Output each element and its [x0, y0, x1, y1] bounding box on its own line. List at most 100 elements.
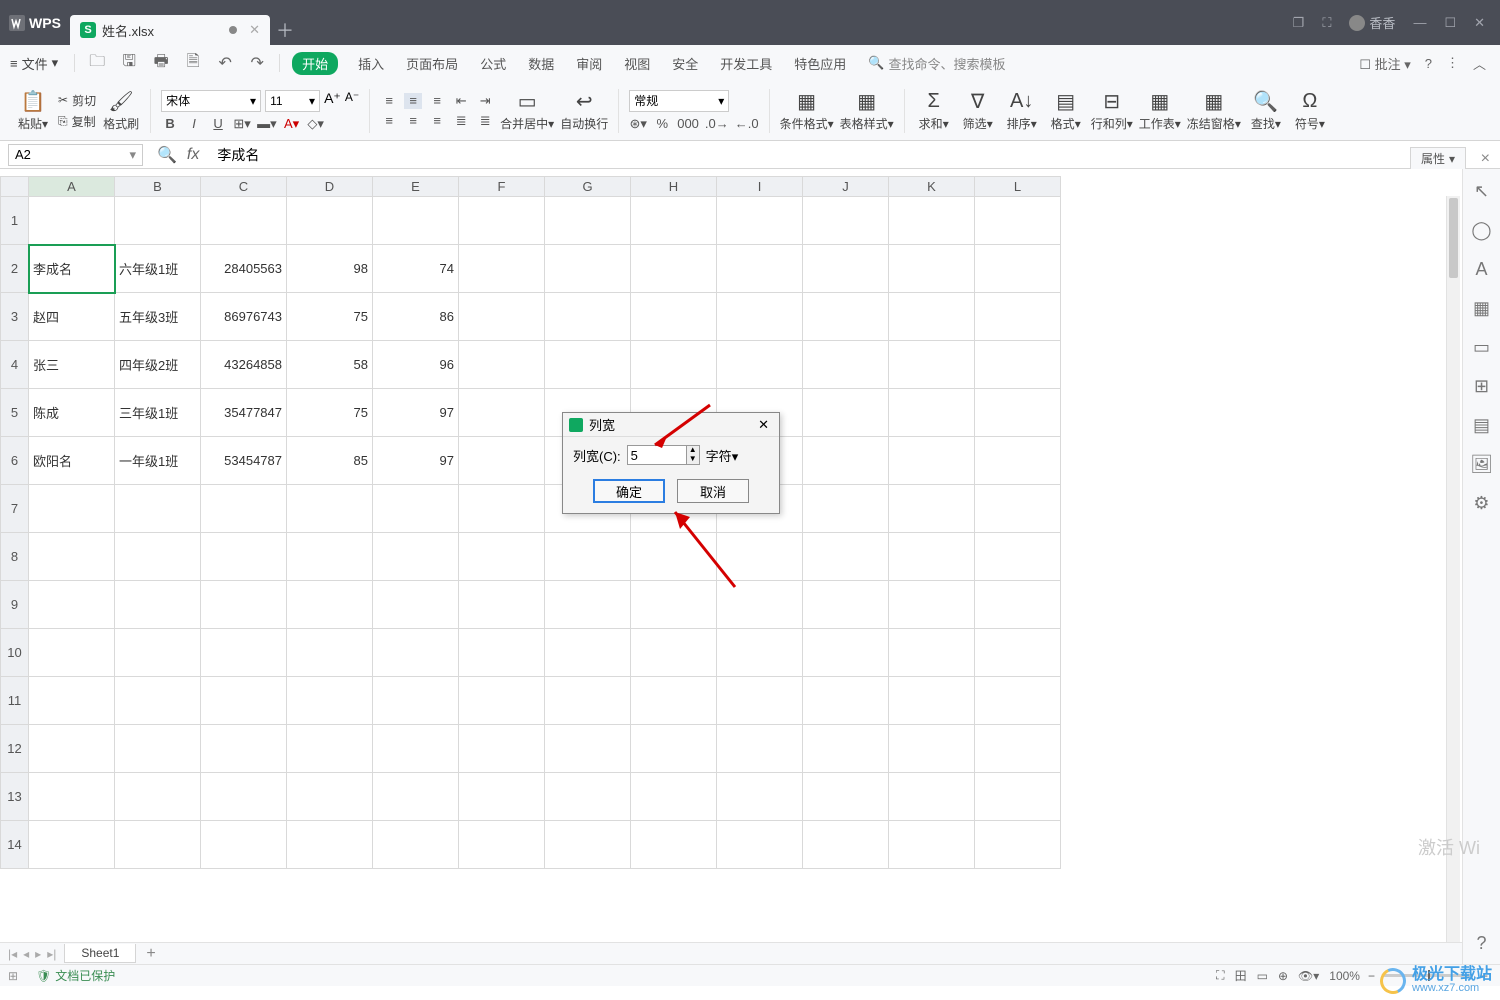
copy-button[interactable]: ⎘ 复制 [58, 113, 96, 130]
normal-view-icon[interactable]: 田 [1235, 967, 1247, 984]
command-search[interactable]: 🔍 查找命令、搜索模板 [868, 54, 1005, 73]
justify-icon[interactable]: ≣ [452, 113, 470, 129]
tab-data[interactable]: 数据 [526, 52, 556, 75]
row-header[interactable]: 12 [1, 725, 29, 773]
settings-tool-icon[interactable]: ⚙ [1473, 493, 1489, 514]
row-header[interactable]: 2 [1, 245, 29, 293]
file-menu[interactable]: ≡ 文件 ▾ [0, 54, 68, 73]
tab-start[interactable]: 开始 [292, 52, 338, 75]
cut-button[interactable]: ✂ 剪切 [58, 92, 96, 109]
freeze-panes-button[interactable]: ▦冻结窗格▾ [1187, 89, 1241, 132]
tab-security[interactable]: 安全 [670, 52, 700, 75]
font-color-icon[interactable]: A▾ [283, 116, 301, 132]
fx-icon[interactable]: fx [187, 146, 199, 164]
sheet-tab[interactable]: Sheet1 [64, 944, 136, 963]
tab-formula[interactable]: 公式 [478, 52, 508, 75]
save-icon[interactable]: 🖫 [121, 55, 137, 71]
present-icon[interactable]: ⛶ [1322, 15, 1331, 31]
name-box[interactable]: A2▾ [8, 144, 143, 166]
underline-icon[interactable]: U [209, 116, 227, 132]
align-middle-icon[interactable]: ≡ [404, 93, 422, 109]
chart-tool-icon[interactable]: ▭ [1473, 337, 1490, 358]
row-header[interactable]: 3 [1, 293, 29, 341]
sum-button[interactable]: Σ求和▾ [915, 89, 953, 132]
font-size-selector[interactable]: 11▾ [265, 90, 320, 112]
tab-insert[interactable]: 插入 [356, 52, 386, 75]
select-tool-icon[interactable]: ↖ [1474, 181, 1489, 202]
window-switch-icon[interactable]: ❐ [1293, 15, 1305, 31]
decrease-font-icon[interactable]: A⁻ [345, 90, 359, 112]
spinner[interactable]: ▲▼ [687, 445, 700, 465]
col-header[interactable]: H [631, 177, 717, 197]
app-logo[interactable]: WPS [0, 0, 70, 45]
col-header[interactable]: F [459, 177, 545, 197]
eye-icon[interactable]: 👁▾ [1298, 969, 1319, 983]
col-header[interactable]: D [287, 177, 373, 197]
document-tab[interactable]: S 姓名.xlsx ✕ [70, 15, 270, 45]
col-header[interactable]: B [115, 177, 201, 197]
next-sheet-icon[interactable]: ▸ [35, 947, 41, 961]
tab-review[interactable]: 审阅 [574, 52, 604, 75]
italic-icon[interactable]: I [185, 116, 203, 132]
row-header[interactable]: 7 [1, 485, 29, 533]
annotation-button[interactable]: ☐ 批注 ▾ [1359, 54, 1410, 73]
more-icon[interactable]: ⋮ [1446, 55, 1459, 71]
layout-icon[interactable]: ⊞ [8, 969, 18, 983]
tab-devtools[interactable]: 开发工具 [718, 52, 774, 75]
dialog-close-icon[interactable]: ✕ [754, 417, 773, 433]
open-icon[interactable]: 🗀 [89, 55, 105, 71]
vertical-scrollbar[interactable] [1446, 196, 1460, 942]
bold-icon[interactable]: B [161, 116, 179, 132]
column-width-input[interactable] [627, 445, 687, 465]
row-header[interactable]: 5 [1, 389, 29, 437]
user-avatar-icon[interactable] [1349, 15, 1365, 31]
row-header[interactable]: 1 [1, 197, 29, 245]
last-sheet-icon[interactable]: ▸| [47, 947, 56, 961]
row-header[interactable]: 11 [1, 677, 29, 725]
close-tab-icon[interactable]: ✕ [249, 22, 260, 38]
align-left-icon[interactable]: ≡ [380, 113, 398, 129]
first-sheet-icon[interactable]: |◂ [8, 947, 17, 961]
row-col-button[interactable]: ⊟行和列▾ [1091, 89, 1133, 132]
find-button[interactable]: 🔍查找▾ [1247, 89, 1285, 132]
redo-icon[interactable]: ↷ [249, 55, 265, 71]
row-header[interactable]: 9 [1, 581, 29, 629]
tab-view[interactable]: 视图 [622, 52, 652, 75]
print-preview-icon[interactable]: 🗎 [185, 55, 201, 71]
comma-icon[interactable]: 000 [677, 116, 699, 132]
table-style-button[interactable]: ▦表格样式▾ [840, 89, 894, 132]
row-header[interactable]: 13 [1, 773, 29, 821]
indent-increase-icon[interactable]: ⇥ [476, 93, 494, 109]
font-selector[interactable]: 宋体▾ [161, 90, 261, 112]
tab-featured[interactable]: 特色应用 [792, 52, 848, 75]
paste-button[interactable]: 📋粘贴▾ [14, 89, 52, 132]
select-all-corner[interactable] [1, 177, 29, 197]
symbol-button[interactable]: Ω符号▾ [1291, 89, 1329, 132]
increase-font-icon[interactable]: A⁺ [324, 90, 341, 112]
new-tab-button[interactable]: ＋ [270, 15, 300, 45]
active-cell[interactable]: 李成名 [29, 245, 115, 293]
number-format-selector[interactable]: 常规▾ [629, 90, 729, 112]
minimize-icon[interactable]: — [1413, 15, 1426, 30]
close-window-icon[interactable]: ✕ [1474, 15, 1485, 31]
currency-icon[interactable]: ⊛▾ [629, 116, 647, 132]
row-header[interactable]: 14 [1, 821, 29, 869]
resource-tool-icon[interactable]: ⊞ [1474, 376, 1489, 397]
format-button[interactable]: ▤格式▾ [1047, 89, 1085, 132]
col-header[interactable]: J [803, 177, 889, 197]
format-painter-button[interactable]: 🖌格式刷 [102, 89, 140, 132]
image-tool-icon[interactable]: 🖼 [1470, 454, 1493, 475]
fx-zoom-icon[interactable]: 🔍 [157, 145, 177, 165]
col-header[interactable]: E [373, 177, 459, 197]
table-tool-icon[interactable]: ▦ [1473, 298, 1490, 319]
reading-view-icon[interactable]: ⊕ [1278, 969, 1288, 983]
prev-sheet-icon[interactable]: ◂ [23, 947, 29, 961]
add-sheet-button[interactable]: + [136, 945, 165, 963]
conditional-format-button[interactable]: ▦条件格式▾ [780, 89, 834, 132]
row-header[interactable]: 6 [1, 437, 29, 485]
border-icon[interactable]: ⊞▾ [233, 116, 251, 132]
align-bottom-icon[interactable]: ≡ [428, 93, 446, 109]
unit-label[interactable]: 字符▾ [706, 446, 739, 465]
worksheet-button[interactable]: ▦工作表▾ [1139, 89, 1181, 132]
col-header[interactable]: I [717, 177, 803, 197]
